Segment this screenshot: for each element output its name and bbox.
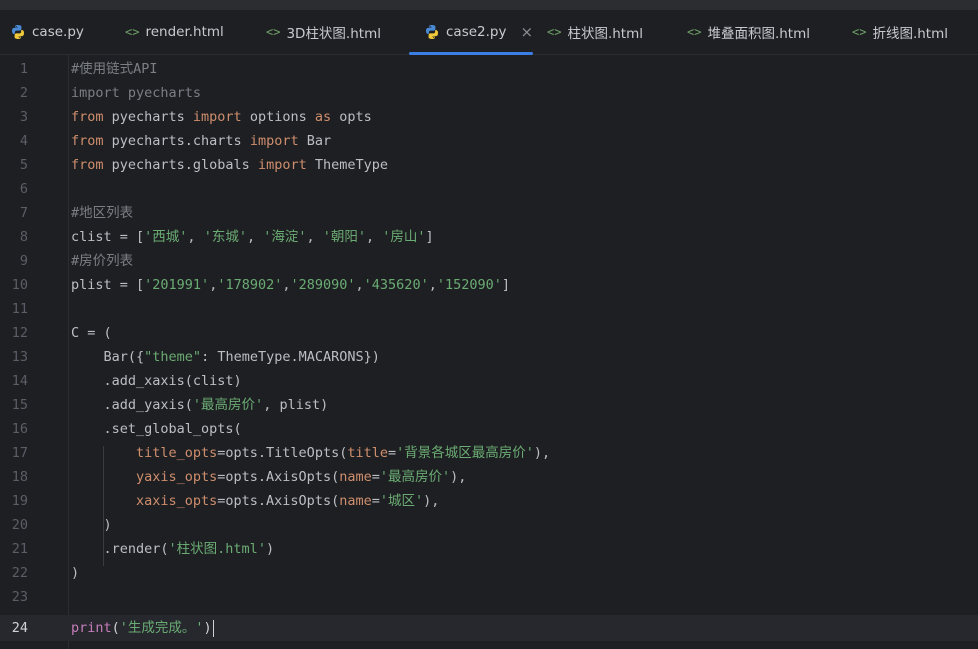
tab-stacked-area-html[interactable]: <> 堆叠面积图.html	[687, 10, 810, 54]
tab-line-chart-html[interactable]: <> 折线图.html	[852, 10, 948, 54]
line-number: 12	[11, 325, 28, 341]
line-number: 10	[11, 277, 28, 293]
code-text: .add_yaxis('最高房价', plist)	[71, 397, 329, 413]
code-line: 17 title_opts=opts.TitleOpts(title='背景各城…	[0, 441, 978, 465]
code-text: yaxis_opts=opts.AxisOpts(name='最高房价'),	[136, 469, 467, 485]
line-number: 23	[11, 589, 28, 605]
line-number: 22	[11, 565, 28, 581]
code-text: .render('柱状图.html')	[71, 541, 275, 557]
line-number: 7	[19, 205, 28, 221]
tab-label: 柱状图.html	[567, 26, 643, 42]
line-number: 5	[19, 157, 28, 173]
html-icon: <>	[852, 25, 867, 39]
line-number: 2	[19, 85, 28, 101]
tab-label: case.py	[32, 24, 84, 40]
line-number: 9	[19, 253, 28, 269]
line-number: 20	[11, 517, 28, 533]
python-icon	[12, 25, 24, 39]
line-number: 11	[11, 301, 28, 317]
code-line: 13 Bar({"theme": ThemeType.MACARONS})	[0, 345, 978, 369]
tab-bar-chart-html[interactable]: <> 柱状图.html	[547, 10, 643, 54]
line-number: 13	[11, 349, 28, 365]
code-text: from pyecharts.charts import Bar	[71, 133, 332, 149]
tab-label: render.html	[145, 24, 224, 40]
tab-label: case2.py	[446, 24, 507, 40]
current-code-line: 24 print('生成完成。')	[0, 615, 978, 641]
comment: #使用链式API	[71, 61, 158, 77]
html-icon: <>	[547, 25, 562, 39]
code-text: )	[71, 565, 80, 581]
code-text: clist = ['西城', '东城', '海淀', '朝阳', '房山']	[71, 229, 434, 245]
code-text: .add_xaxis(clist)	[71, 373, 242, 389]
code-line: 18 yaxis_opts=opts.AxisOpts(name='最高房价')…	[0, 465, 978, 489]
code-line: 16 .set_global_opts(	[0, 417, 978, 441]
comment: #房价列表	[71, 253, 134, 269]
code-line: 9 #房价列表	[0, 249, 978, 273]
code-line: 23	[0, 585, 978, 609]
line-number: 18	[11, 469, 28, 485]
code-line: 19 xaxis_opts=opts.AxisOpts(name='城区'),	[0, 489, 978, 513]
line-number: 17	[11, 445, 28, 461]
code-line: 1 #使用链式API	[0, 57, 978, 81]
line-number: 15	[11, 397, 28, 413]
line-number: 8	[19, 229, 28, 245]
tab-3d-bar-html[interactable]: <> 3D柱状图.html	[266, 10, 381, 54]
code-line: 5 from pyecharts.globals import ThemeTyp…	[0, 153, 978, 177]
line-number: 3	[19, 109, 28, 125]
line-number: 16	[11, 421, 28, 437]
code-text: Bar({"theme": ThemeType.MACARONS})	[71, 349, 380, 365]
code-editor[interactable]: 1 #使用链式API 2 import pyecharts 3 from pye…	[0, 55, 978, 649]
html-icon: <>	[125, 25, 140, 39]
line-number: 24	[11, 620, 28, 636]
code-text: C = (	[71, 325, 112, 341]
line-number: 19	[11, 493, 28, 509]
python-icon	[426, 25, 438, 39]
tab-case2-py[interactable]: case2.py ×	[424, 10, 533, 54]
editor-tab-bar: case.py <> render.html <> 3D柱状图.html cas…	[0, 10, 978, 55]
code-line: 21 .render('柱状图.html')	[0, 537, 978, 561]
code-text: from pyecharts.globals import ThemeType	[71, 157, 389, 173]
html-icon: <>	[266, 25, 281, 39]
line-number: 6	[19, 181, 28, 197]
window-top-strip	[0, 0, 978, 10]
tab-render-html[interactable]: <> render.html	[125, 10, 224, 54]
tab-label: 折线图.html	[872, 26, 948, 42]
code-text: print('生成完成。')	[71, 615, 215, 641]
code-line: 12 C = (	[0, 321, 978, 345]
tab-label: 3D柱状图.html	[286, 26, 381, 42]
code-text: )	[71, 517, 112, 533]
line-number: 4	[19, 133, 28, 149]
code-line: 20 )	[0, 513, 978, 537]
code-text: xaxis_opts=opts.AxisOpts(name='城区'),	[136, 493, 440, 509]
line-number: 21	[11, 541, 28, 557]
code-line: 4 from pyecharts.charts import Bar	[0, 129, 978, 153]
tab-label: 堆叠面积图.html	[707, 26, 810, 42]
code-text: .set_global_opts(	[71, 421, 242, 437]
close-icon[interactable]: ×	[520, 23, 533, 41]
html-icon: <>	[687, 25, 702, 39]
code-line: 6	[0, 177, 978, 201]
code-line: 15 .add_yaxis('最高房价', plist)	[0, 393, 978, 417]
code-text: import pyecharts	[71, 85, 202, 101]
code-text: plist = ['201991','178902','289090','435…	[71, 277, 511, 293]
code-line: 22 )	[0, 561, 978, 585]
line-number: 1	[19, 61, 28, 77]
tab-case-py[interactable]: case.py	[10, 10, 84, 54]
code-line: 8 clist = ['西城', '东城', '海淀', '朝阳', '房山']	[0, 225, 978, 249]
code-text: title_opts=opts.TitleOpts(title='背景各城区最高…	[136, 445, 551, 461]
text-caret	[212, 619, 215, 637]
code-text: from pyecharts import options as opts	[71, 109, 372, 125]
code-line: 11	[0, 297, 978, 321]
code-line: 10 plist = ['201991','178902','289090','…	[0, 273, 978, 297]
code-line: 2 import pyecharts	[0, 81, 978, 105]
comment: #地区列表	[71, 205, 134, 221]
code-line: 7 #地区列表	[0, 201, 978, 225]
code-line: 14 .add_xaxis(clist)	[0, 369, 978, 393]
code-line: 3 from pyecharts import options as opts	[0, 105, 978, 129]
line-number: 14	[11, 373, 28, 389]
